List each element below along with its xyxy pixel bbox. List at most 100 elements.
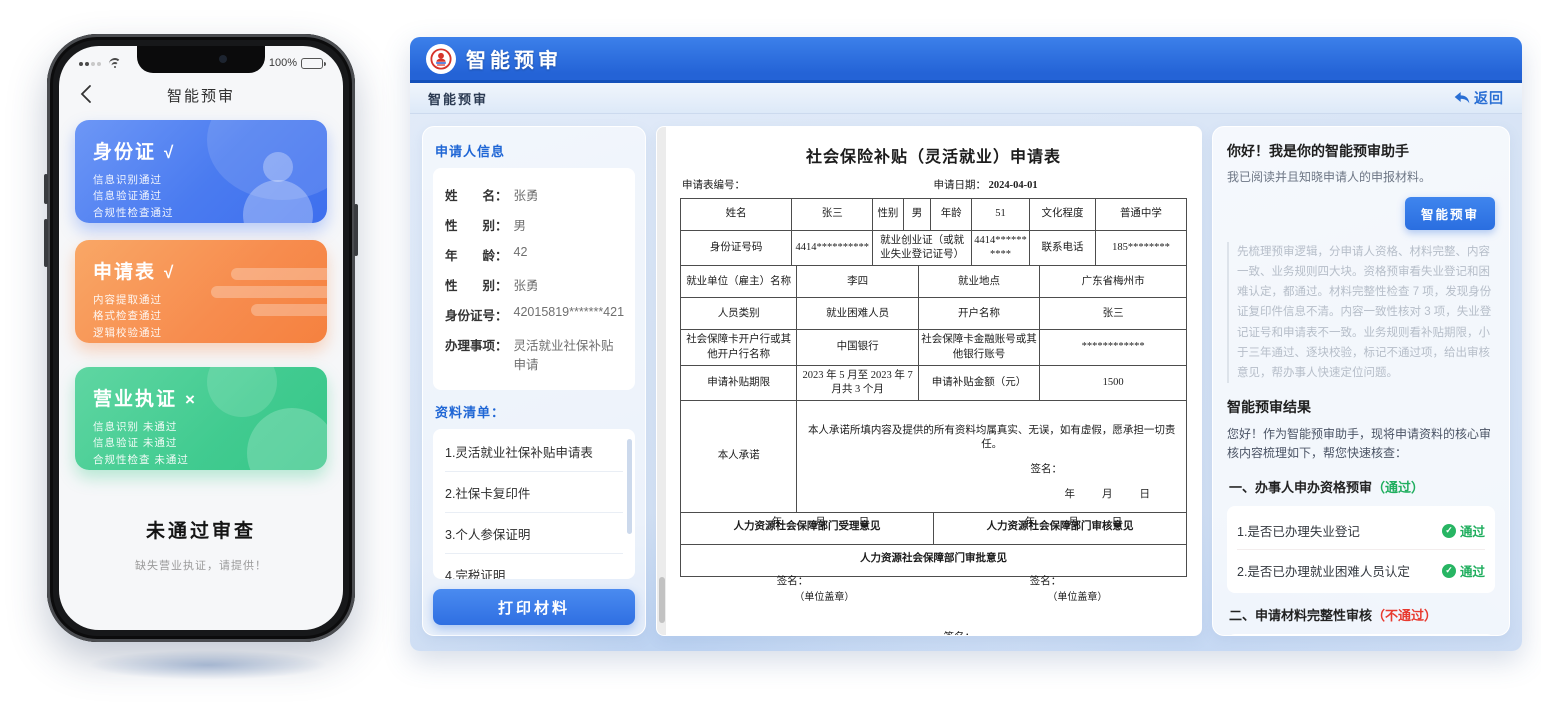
card-title: 营业执证 [93,389,178,410]
materials-scrollbar[interactable] [627,439,632,534]
assistant-panel: 你好！我是你的智能预审助手 我已阅读并且知晓申请人的申报材料。 智能预审 先梳理… [1212,126,1510,636]
cell-label: 人员类别 [679,297,798,331]
signal-dots-icon [79,57,103,69]
phone-screen: 100% 智能预审 身份证 √ 信息识别通过 信息验证通过 合规性检查通过 申请… [59,46,343,630]
card-status-line: 信息验证通过 [93,190,162,203]
field-label: 办理事项： [445,339,508,353]
form-table-opinions: 人力资源社会保障部门受理意见 签名： （单位盖章） 年 月 日 人力资源社会保障… [680,512,1187,603]
field-value: 42015819*******421 [513,305,625,319]
field-value: 灵活就业社保补贴申请 [513,339,614,372]
stamp-logo-icon [426,43,456,74]
field-value: 42 [513,245,528,259]
cell-label: 年龄 [930,198,972,231]
cell-label: 社会保障卡开户行或其他开户行名称 [679,329,798,366]
materials-list-title: 资料清单： [435,405,506,420]
back-chevron-icon[interactable] [75,82,99,106]
section2-card: 1.是否提供身份证复印件 ✕不通过 原因：缺失材料：身份证复印件,建议申请人核查… [1227,634,1495,635]
phone-shadow [88,650,328,680]
cell-label: 联系电话 [1029,229,1096,267]
unit-seal-label: （单位盖章） [794,592,855,604]
print-materials-button[interactable]: 打印材料 [433,589,635,625]
cell-value: 张三 [791,198,874,231]
approval-opinion-title: 人力资源社会保障部门审批意见 [860,553,1007,565]
date-placeholder: 年 月 日 [771,516,874,528]
section2-title: 二、申请材料完整性审核 [1229,608,1373,624]
field-label: 姓 名： [445,189,508,203]
date-placeholder: 年 月 日 [1024,516,1127,528]
form-table-middle: 就业单位（雇主）名称 李四 就业地点 广东省梅州市 人员类别 就业困难人员 开户名称张… [679,265,1187,402]
cell-value: ************ [1039,329,1187,366]
section1-title: 一、办事人申办资格预审 [1229,480,1373,496]
app-window: 智能预审 智能预审 返回 申请人信息 姓 名： 张勇 性 别： 男 年 龄： 42 性… [410,37,1522,651]
pass-badge: ✓ 通过 [1441,521,1485,540]
cell-label: 性别 [872,198,904,231]
applicant-info-title: 申请人信息 [435,144,506,159]
phone-volume-down-button [44,219,48,267]
phone-frame: 100% 智能预审 身份证 √ 信息识别通过 信息验证通过 合规性检查通过 申请… [44,34,358,642]
promise-text: 本人承诺所填内容及提供的所有资料均属真实、无误，如有虚假，愿承担一切责任。 [807,425,1176,451]
assistant-intro: 我已阅读并且知晓申请人的申报材料。 [1227,170,1432,184]
field-value: 张勇 [513,279,539,293]
pass-badge: ✓ 通过 [1441,561,1485,580]
cell-value: 1500 [1039,364,1187,402]
check-circle-icon: ✓ [1441,563,1456,578]
section1-status: （通过） [1372,480,1425,496]
form-table-approval: 人力资源社会保障部门审批意见 签名： [680,544,1187,635]
signature-label: 签名： [1029,576,1062,588]
applicant-info-card: 姓 名： 张勇 性 别： 男 年 龄： 42 性 别： 张勇 身份证号： 42015819… [433,168,635,390]
field-label: 性 别： [445,219,508,233]
card-title: 申请表 [93,262,157,283]
form-number-label: 申请表编号： [682,180,745,191]
breadcrumb-bar: 智能预审 返回 [410,83,1522,114]
material-item: 3.个人参保证明 [445,513,623,554]
idcard-result-card[interactable]: 身份证 √ 信息识别通过 信息验证通过 合规性检查通过 [75,120,327,223]
check-circle-icon: ✓ [1441,523,1456,538]
card-status-line: 信息识别通过 [93,174,162,186]
document-scrollbar-thumb[interactable] [658,577,665,623]
date-placeholder: 年 月 日 [1064,488,1152,500]
card-status-line: 合规性检查 未通过 [93,453,189,466]
materials-list: 1.灵活就业社保补贴申请表 2.社保卡复印件 3.个人参保证明 4.完税证明 5… [433,429,635,579]
return-arrow-icon [1454,92,1470,104]
verdict-description: 缺失营业执证，请提供！ [135,560,267,572]
smart-review-button[interactable]: 智能预审 [1404,197,1495,230]
cell-value: 中国银行 [796,329,919,366]
field-label: 性 别： [445,279,508,293]
signature-label: 签名： [944,631,976,635]
phone-notch [137,46,265,73]
cell-value: 李四 [796,265,919,299]
cell-value: 2023 年 5 月至 2023 年 7 月共 3 个月 [796,364,919,402]
business-license-result-card[interactable]: 营业执证 × 信息识别 未通过 信息验证 未通过 合规性检查 未通过 [75,367,327,470]
cell-label: 就业地点 [917,265,1041,299]
cell-value: 185******** [1094,229,1188,267]
signature-label: 签名： [1030,464,1063,476]
assistant-thinking-text: 先梳理预审逻辑，分申请人资格、材料完整、内容一致、业务规则四大块。资格预审看失业… [1227,242,1495,383]
signature-label: 签名： [776,576,809,588]
phone-page-title: 智能预审 [166,87,235,105]
card-status-line: 信息识别 未通过 [93,421,178,433]
card-status-line: 逻辑校验通过 [93,326,162,339]
cell-label: 身份证号码 [679,229,793,267]
return-label: 返回 [1474,90,1504,106]
app-header: 智能预审 [410,37,1522,83]
cell-label: 申请补贴期限 [679,364,798,402]
application-form-result-card[interactable]: 申请表 √ 内容提取通过 格式检查通过 逻辑校验通过 [75,240,327,343]
cross-mark: × [185,390,197,409]
review-result-title: 智能预审结果 [1227,398,1311,415]
apply-date-label: 申请日期： [933,180,987,191]
card-status-line: 信息验证 未通过 [93,437,178,450]
field-value: 男 [513,219,527,233]
document-title: 社会保险补贴（灵活就业）申请表 [805,149,1061,166]
cell-value: 男 [902,198,932,231]
page-title: 智能预审 [428,91,489,107]
cell-value: 普通中学 [1094,198,1188,231]
cell-value: 张三 [1039,297,1187,331]
document-panel: 社会保险补贴（灵活就业）申请表 申请表编号： 申请日期： 2024-04-01 … [656,126,1202,636]
cell-value: 51 [970,198,1031,231]
return-button[interactable]: 返回 [1454,88,1504,108]
cell-value: 4414********** [791,229,874,267]
lines-decoration [231,268,327,280]
document-scrollbar-track[interactable] [657,127,666,635]
check-name: 2.是否已办理就业困难人员认定 [1237,565,1410,580]
screenshot-stage: 100% 智能预审 身份证 √ 信息识别通过 信息验证通过 合规性检查通过 申请… [0,0,1541,717]
